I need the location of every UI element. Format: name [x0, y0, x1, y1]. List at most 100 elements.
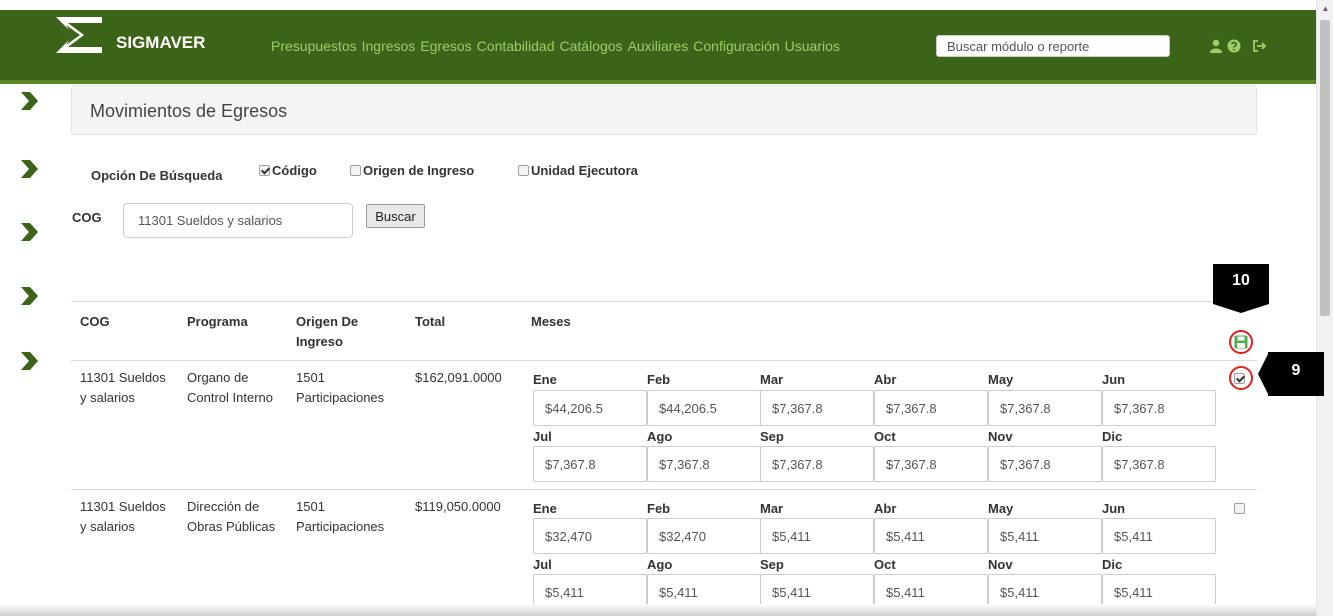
- month-input-jul[interactable]: [533, 446, 647, 482]
- highlight-ring-save: [1229, 330, 1253, 354]
- nav-auxiliares[interactable]: Auxiliares: [628, 38, 689, 54]
- logout-icon[interactable]: [1251, 39, 1267, 53]
- row-origen: 1501 Participaciones: [296, 370, 385, 405]
- month-input-may[interactable]: [988, 390, 1102, 426]
- sidebar-chevron-icon[interactable]: [18, 158, 40, 180]
- sidebar-chevron-icon[interactable]: [18, 90, 40, 112]
- callout-number: 9: [1291, 362, 1301, 379]
- option-origen-checkbox[interactable]: [350, 165, 361, 176]
- month-input-jun[interactable]: [1102, 518, 1216, 554]
- month-input-sep[interactable]: [760, 446, 874, 482]
- brand-name[interactable]: SIGMAVER: [116, 33, 205, 53]
- nav-ingresos[interactable]: Ingresos: [362, 38, 416, 54]
- table-header-rule: [71, 360, 1257, 361]
- month-label-feb: Feb: [647, 372, 671, 387]
- search-button[interactable]: Buscar: [366, 204, 425, 228]
- search-option-label: Opción De Búsqueda: [91, 168, 223, 183]
- sidebar-chevron-icon[interactable]: [18, 350, 40, 372]
- page-title: Movimientos de Egresos: [90, 101, 288, 121]
- month-input-ene[interactable]: [533, 518, 647, 554]
- row-select-checkbox[interactable]: [1234, 503, 1245, 514]
- nav-catalogos[interactable]: Catálogos: [560, 38, 623, 54]
- month-input-mar[interactable]: [760, 390, 874, 426]
- month-label-ene: Ene: [533, 501, 557, 516]
- row-total: $162,091.0000: [415, 370, 502, 385]
- month-input-jun[interactable]: [1102, 390, 1216, 426]
- month-input-oct[interactable]: [874, 446, 988, 482]
- month-label-oct: Oct: [874, 429, 896, 444]
- scroll-up-arrow-icon[interactable]: ▲: [1317, 2, 1333, 16]
- nav-contabilidad[interactable]: Contabilidad: [477, 38, 555, 54]
- nav-presupuestos[interactable]: Presupuestos: [271, 38, 357, 54]
- highlight-ring-checkbox: [1229, 366, 1253, 390]
- month-label-may: May: [988, 501, 1014, 516]
- option-codigo-label: Código: [272, 163, 317, 178]
- month-label-dic: Dic: [1102, 429, 1123, 444]
- option-codigo-checkbox[interactable]: [259, 165, 270, 176]
- month-label-abr: Abr: [874, 501, 897, 516]
- user-icon[interactable]: [1209, 39, 1223, 53]
- option-unidad-checkbox[interactable]: [518, 165, 529, 176]
- month-label-jul: Jul: [533, 557, 552, 572]
- month-label-dic: Dic: [1102, 557, 1123, 572]
- row-total: $119,050.0000: [415, 499, 501, 514]
- callout-pointer: [1258, 352, 1269, 396]
- month-label-ago: Ago: [647, 557, 673, 572]
- top-strip: [0, 0, 1316, 10]
- col-header-cog: COG: [80, 314, 110, 329]
- callout-badge-save: 10: [1213, 264, 1269, 313]
- row-cog: 11301 Sueldos y salarios: [80, 499, 166, 534]
- cog-label: COG: [72, 210, 102, 225]
- month-input-mar[interactable]: [760, 518, 874, 554]
- option-codigo[interactable]: Código: [259, 163, 317, 178]
- month-input-dic[interactable]: [1102, 446, 1216, 482]
- month-label-jul: Jul: [533, 429, 552, 444]
- row-cog: 11301 Sueldos y salarios: [80, 370, 166, 405]
- navbar: SIGMAVER Presupuestos Ingresos Egresos C…: [0, 10, 1316, 80]
- col-header-meses: Meses: [531, 314, 571, 329]
- month-input-ago[interactable]: [647, 446, 761, 482]
- page-header-panel: Movimientos de Egresos: [71, 85, 1257, 135]
- table-top-rule: [71, 301, 1257, 302]
- cog-search-input[interactable]: [123, 203, 353, 238]
- month-label-jun: Jun: [1102, 372, 1126, 387]
- month-label-nov: Nov: [988, 429, 1013, 444]
- month-label-may: May: [988, 372, 1014, 387]
- nav-usuarios[interactable]: Usuarios: [785, 38, 840, 54]
- sidebar-chevron-icon[interactable]: [18, 221, 40, 243]
- sigmaver-logo-icon[interactable]: [52, 13, 106, 57]
- month-label-feb: Feb: [647, 501, 671, 516]
- month-label-ene: Ene: [533, 372, 557, 387]
- option-origen-ingreso[interactable]: Origen de Ingreso: [350, 163, 474, 178]
- month-label-ago: Ago: [647, 429, 673, 444]
- nav-icons: [1209, 39, 1267, 53]
- month-label-jun: Jun: [1102, 501, 1126, 516]
- nav-configuracion[interactable]: Configuración: [693, 38, 779, 54]
- col-header-origen: Origen De Ingreso: [296, 314, 359, 349]
- col-header-total: Total: [415, 314, 446, 329]
- option-unidad-ejecutora[interactable]: Unidad Ejecutora: [518, 163, 638, 178]
- month-input-abr[interactable]: [874, 518, 988, 554]
- month-label-oct: Oct: [874, 557, 896, 572]
- month-input-feb[interactable]: [647, 390, 761, 426]
- navbar-underline: [0, 80, 1316, 84]
- page-scrollbar[interactable]: ▲: [1316, 0, 1333, 616]
- help-icon[interactable]: [1227, 39, 1241, 53]
- option-unidad-label: Unidad Ejecutora: [531, 163, 638, 178]
- month-input-ene[interactable]: [533, 390, 647, 426]
- module-search-input[interactable]: [936, 35, 1170, 57]
- row-programa: Organo de Control Interno: [187, 370, 273, 405]
- month-label-abr: Abr: [874, 372, 897, 387]
- page-bottom-edge: [0, 604, 1316, 616]
- month-input-abr[interactable]: [874, 390, 988, 426]
- month-input-nov[interactable]: [988, 446, 1102, 482]
- scroll-thumb[interactable]: [1320, 20, 1330, 316]
- month-label-nov: Nov: [988, 557, 1013, 572]
- nav-egresos[interactable]: Egresos: [420, 38, 471, 54]
- month-input-feb[interactable]: [647, 518, 761, 554]
- month-input-may[interactable]: [988, 518, 1102, 554]
- month-label-mar: Mar: [760, 372, 784, 387]
- month-label-mar: Mar: [760, 501, 784, 516]
- col-header-programa: Programa: [187, 314, 248, 329]
- sidebar-chevron-icon[interactable]: [18, 285, 40, 307]
